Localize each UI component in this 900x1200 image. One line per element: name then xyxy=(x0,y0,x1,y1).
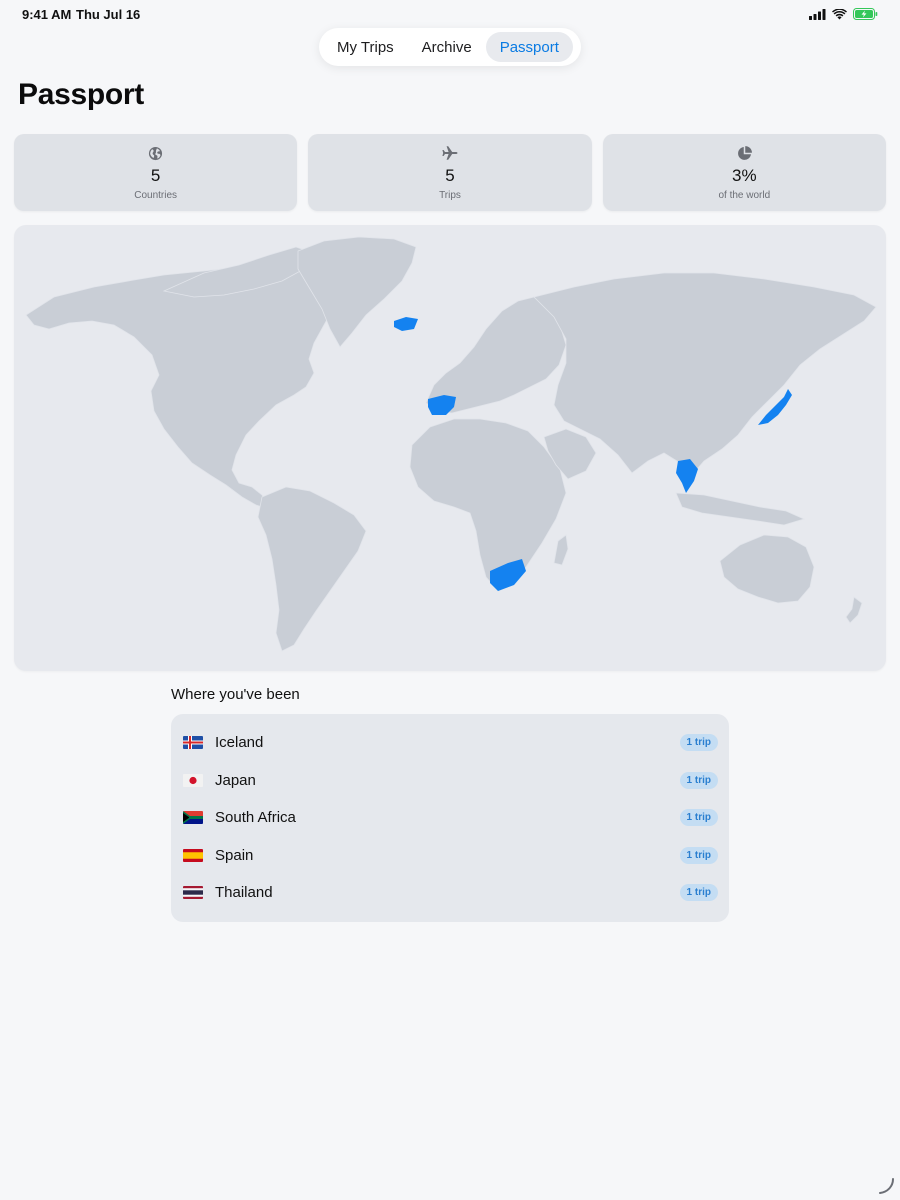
visited-countries-list: Iceland 1 trip Japan 1 trip South Africa… xyxy=(171,714,729,922)
country-name: Thailand xyxy=(215,884,273,902)
world-map-svg xyxy=(25,236,877,652)
trip-count-badge: 1 trip xyxy=(679,771,718,789)
list-item[interactable]: Iceland 1 trip xyxy=(171,724,729,762)
stat-value-countries: 5 xyxy=(150,166,161,185)
thailand-flag-icon xyxy=(183,886,203,900)
list-item[interactable]: South Africa 1 trip xyxy=(171,799,729,837)
madagascar-landmass xyxy=(553,534,569,566)
south-africa-flag-icon xyxy=(183,811,203,825)
southeast-asia-islands xyxy=(675,492,806,526)
land-masses xyxy=(25,236,877,652)
pie-chart-icon xyxy=(737,144,752,162)
battery-charging-icon xyxy=(853,8,878,20)
stat-label-countries: Countries xyxy=(134,190,178,201)
stat-value-trips: 5 xyxy=(445,166,455,185)
list-item[interactable]: Thailand 1 trip xyxy=(171,874,729,912)
trip-count-badge: 1 trip xyxy=(679,734,718,752)
africa-landmass xyxy=(409,418,567,592)
trip-count-badge: 1 trip xyxy=(679,884,718,902)
japan-flag-icon xyxy=(183,773,203,787)
wifi-icon xyxy=(832,8,847,19)
globe-icon xyxy=(148,144,163,162)
country-name: Iceland xyxy=(215,734,264,752)
country-name: Spain xyxy=(215,846,254,864)
stat-value-world: 3% xyxy=(732,166,757,185)
stats-row: 5 Countries 5 Trips 3% of the world xyxy=(14,134,886,211)
country-name: Japan xyxy=(215,771,256,789)
stat-card-trips: 5 Trips xyxy=(308,134,592,211)
page-title: Passport xyxy=(18,78,144,111)
spain-flag-icon xyxy=(183,848,203,862)
new-zealand-landmass xyxy=(845,596,863,624)
cellular-signal-icon xyxy=(809,8,826,20)
section-title: Where you've been xyxy=(171,686,300,703)
airplane-icon xyxy=(442,144,458,162)
iceland-flag-icon xyxy=(183,736,203,750)
iceland-highlight xyxy=(394,317,418,331)
stat-card-world: 3% of the world xyxy=(602,134,886,211)
list-item[interactable]: Japan 1 trip xyxy=(171,762,729,800)
north-america-landmass xyxy=(25,258,333,511)
status-bar: 9:41 AM Thu Jul 16 xyxy=(0,0,900,28)
stat-label-world: of the world xyxy=(718,190,771,201)
tab-archive[interactable]: Archive xyxy=(408,32,486,62)
trip-count-badge: 1 trip xyxy=(679,846,718,864)
country-name: South Africa xyxy=(215,809,296,827)
segmented-tabs: My Trips Archive Passport xyxy=(319,28,581,66)
stat-label-trips: Trips xyxy=(439,190,461,201)
australia-landmass xyxy=(719,534,815,604)
stat-card-countries: 5 Countries xyxy=(14,134,298,211)
status-time: 9:41 AM xyxy=(22,7,72,22)
status-date: Thu Jul 16 xyxy=(76,7,141,22)
trip-count-badge: 1 trip xyxy=(679,809,718,827)
resize-corner-icon xyxy=(879,1178,894,1194)
world-map[interactable] xyxy=(14,225,886,671)
tab-passport[interactable]: Passport xyxy=(485,32,573,62)
tab-my-trips[interactable]: My Trips xyxy=(323,32,408,62)
south-america-landmass xyxy=(257,486,367,652)
status-icons xyxy=(809,8,878,20)
list-item[interactable]: Spain 1 trip xyxy=(171,837,729,875)
